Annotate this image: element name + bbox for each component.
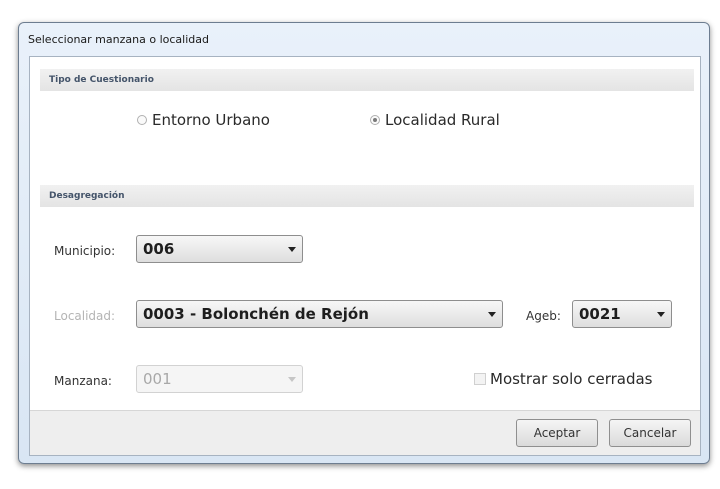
- chevron-down-icon: [288, 377, 296, 382]
- cancel-button[interactable]: Cancelar: [609, 419, 691, 447]
- dialog-content: Tipo de Cuestionario Entorno Urbano Loca…: [29, 56, 701, 456]
- ageb-label: Ageb:: [526, 309, 561, 323]
- title-bar[interactable]: Seleccionar manzana o localidad: [19, 23, 709, 55]
- radio-localidad-rural-circle[interactable]: [370, 115, 380, 125]
- localidad-label: Localidad:: [54, 309, 116, 323]
- radio-entorno-urbano[interactable]: Entorno Urbano: [137, 108, 270, 132]
- dialog-window: Seleccionar manzana o localidad Tipo de …: [18, 22, 710, 464]
- radio-entorno-urbano-circle[interactable]: [137, 115, 147, 125]
- municipio-select-value: 006: [143, 240, 175, 258]
- mostrar-cerradas-label[interactable]: Mostrar solo cerradas: [490, 370, 652, 388]
- radio-localidad-rural-label[interactable]: Localidad Rural: [385, 111, 500, 129]
- radio-localidad-rural[interactable]: Localidad Rural: [370, 108, 500, 132]
- dialog-footer: Aceptar Cancelar: [30, 410, 700, 455]
- manzana-select: 001: [136, 365, 303, 393]
- group-header-cuestionario: Tipo de Cuestionario: [40, 69, 694, 91]
- localidad-select-value: 0003 - Bolonchén de Rejón: [143, 305, 369, 323]
- municipio-label: Municipio:: [54, 244, 116, 258]
- chevron-down-icon: [657, 312, 665, 317]
- window-title: Seleccionar manzana o localidad: [28, 33, 209, 46]
- group-header-desagregacion-label: Desagregación: [49, 191, 125, 201]
- radio-entorno-urbano-label[interactable]: Entorno Urbano: [152, 111, 270, 129]
- manzana-label: Manzana:: [54, 374, 112, 388]
- manzana-select-value: 001: [143, 370, 172, 388]
- ageb-select-value: 0021: [579, 305, 621, 323]
- chevron-down-icon: [288, 247, 296, 252]
- chevron-down-icon: [488, 312, 496, 317]
- group-header-cuestionario-label: Tipo de Cuestionario: [49, 75, 154, 85]
- mostrar-cerradas-checkbox[interactable]: Mostrar solo cerradas: [474, 367, 652, 391]
- group-header-desagregacion: Desagregación: [40, 185, 694, 207]
- mostrar-cerradas-box[interactable]: [474, 373, 486, 385]
- localidad-select[interactable]: 0003 - Bolonchén de Rejón: [136, 300, 503, 328]
- municipio-select[interactable]: 006: [136, 235, 303, 263]
- accept-button[interactable]: Aceptar: [516, 419, 598, 447]
- ageb-select[interactable]: 0021: [572, 300, 672, 328]
